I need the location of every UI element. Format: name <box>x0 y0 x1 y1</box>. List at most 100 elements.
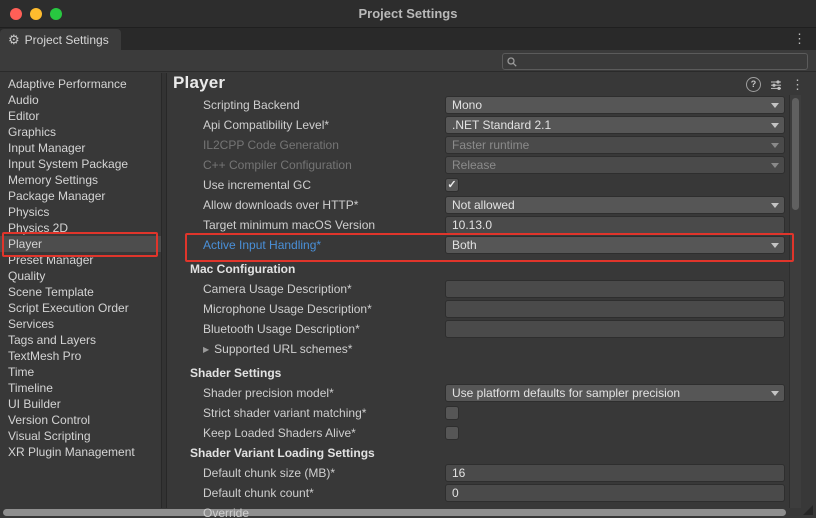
setting-row-il2cpp-code-generation: IL2CPP Code Generation Faster runtime <box>167 135 800 155</box>
field-default-chunk-size-mb[interactable]: 16 <box>445 464 785 482</box>
sidebar-item-ui-builder[interactable]: UI Builder <box>0 396 161 412</box>
sidebar-item-scene-template[interactable]: Scene Template <box>0 284 161 300</box>
sidebar-item-services[interactable]: Services <box>0 316 161 332</box>
checkbox-use-incremental-gc[interactable]: ✓ <box>445 178 459 192</box>
setting-row-override: Override <box>167 503 800 518</box>
sidebar-list: Adaptive PerformanceAudioEditorGraphicsI… <box>0 76 161 460</box>
setting-row-microphone-usage-description: Microphone Usage Description* <box>167 299 800 319</box>
setting-row-keep-loaded-shaders-alive: Keep Loaded Shaders Alive* <box>167 423 800 443</box>
setting-row-use-incremental-gc: Use incremental GC ✓ <box>167 175 800 195</box>
vertical-scrollbar[interactable] <box>789 95 801 508</box>
sidebar-item-version-control[interactable]: Version Control <box>0 412 161 428</box>
main-menu-icon[interactable]: ⋮ <box>791 78 804 91</box>
help-icon[interactable]: ? <box>746 77 761 92</box>
tab-project-settings[interactable]: ⚙ Project Settings <box>0 29 121 50</box>
sidebar-item-editor[interactable]: Editor <box>0 108 161 124</box>
setting-label: Target minimum macOS Version <box>167 218 445 232</box>
dropdown-api-compatibility-level[interactable]: .NET Standard 2.1 <box>445 116 785 134</box>
field-microphone-usage-description[interactable] <box>445 300 785 318</box>
sidebar-item-textmesh-pro[interactable]: TextMesh Pro <box>0 348 161 364</box>
setting-control: Release <box>445 156 785 174</box>
sidebar-item-quality[interactable]: Quality <box>0 268 161 284</box>
tab-bar: ⚙ Project Settings ⋮ <box>0 28 816 50</box>
tab-menu-icon[interactable]: ⋮ <box>793 28 806 50</box>
dropdown-value: Use platform defaults for sampler precis… <box>452 386 680 400</box>
gear-icon: ⚙ <box>8 33 20 46</box>
setting-label: ▶Supported URL schemes* <box>167 342 445 356</box>
setting-control: .NET Standard 2.1 <box>445 116 785 134</box>
sidebar-item-graphics[interactable]: Graphics <box>0 124 161 140</box>
setting-label: Strict shader variant matching* <box>167 406 445 420</box>
setting-row-default-chunk-count: Default chunk count* 0 <box>167 483 800 503</box>
sidebar-item-player[interactable]: Player <box>0 236 161 252</box>
project-settings-window: Project Settings ⚙ Project Settings ⋮ Ad… <box>0 0 816 518</box>
vertical-scrollbar-thumb[interactable] <box>792 98 799 210</box>
dropdown-value: .NET Standard 2.1 <box>452 118 551 132</box>
dropdown-shader-precision-model[interactable]: Use platform defaults for sampler precis… <box>445 384 785 402</box>
sidebar-item-tags-and-layers[interactable]: Tags and Layers <box>0 332 161 348</box>
search-input[interactable] <box>521 55 803 68</box>
sidebar-item-preset-manager[interactable]: Preset Manager <box>0 252 161 268</box>
checkbox-strict-shader-variant-matching[interactable] <box>445 406 459 420</box>
dropdown-il2cpp-code-generation[interactable]: Faster runtime <box>445 136 785 154</box>
chevron-down-icon <box>771 143 779 148</box>
setting-control: Use platform defaults for sampler precis… <box>445 384 785 402</box>
dropdown-value: Release <box>452 158 496 172</box>
setting-row-strict-shader-variant-matching: Strict shader variant matching* <box>167 403 800 423</box>
search-box[interactable] <box>502 53 808 70</box>
setting-control: Both <box>445 236 785 254</box>
setting-label: Default chunk size (MB)* <box>167 466 445 480</box>
chevron-down-icon <box>771 123 779 128</box>
setting-label: Api Compatibility Level* <box>167 118 445 132</box>
header-icons: ? ⋮ <box>746 77 804 92</box>
setting-label: Shader precision model* <box>167 386 445 400</box>
setting-row-default-chunk-size-mb: Default chunk size (MB)* 16 <box>167 463 800 483</box>
setting-control: 0 <box>445 484 785 502</box>
dropdown-value: Both <box>452 238 477 252</box>
setting-control <box>445 300 785 318</box>
resize-grip[interactable] <box>803 505 813 515</box>
dropdown-allow-downloads-over-http[interactable]: Not allowed <box>445 196 785 214</box>
sidebar-item-input-system-package[interactable]: Input System Package <box>0 156 161 172</box>
field-camera-usage-description[interactable] <box>445 280 785 298</box>
window-title: Project Settings <box>0 0 816 27</box>
field-default-chunk-count[interactable]: 0 <box>445 484 785 502</box>
dropdown-active-input-handling[interactable]: Both <box>445 236 785 254</box>
sidebar-item-script-execution-order[interactable]: Script Execution Order <box>0 300 161 316</box>
setting-row-supported-url-schemes: ▶Supported URL schemes* <box>167 339 800 359</box>
chevron-down-icon <box>771 163 779 168</box>
sidebar-item-physics-2d[interactable]: Physics 2D <box>0 220 161 236</box>
sidebar-item-timeline[interactable]: Timeline <box>0 380 161 396</box>
tab-label: Project Settings <box>25 33 109 47</box>
field-target-minimum-macos-version[interactable]: 10.13.0 <box>445 216 785 234</box>
setting-control: Mono <box>445 96 785 114</box>
sidebar-item-xr-plugin-management[interactable]: XR Plugin Management <box>0 444 161 460</box>
checkbox-keep-loaded-shaders-alive[interactable] <box>445 426 459 440</box>
setting-row-shader-precision-model: Shader precision model* Use platform def… <box>167 383 800 403</box>
setting-row-c-compiler-configuration: C++ Compiler Configuration Release <box>167 155 800 175</box>
sidebar-item-visual-scripting[interactable]: Visual Scripting <box>0 428 161 444</box>
sidebar-item-adaptive-performance[interactable]: Adaptive Performance <box>0 76 161 92</box>
setting-control <box>445 320 785 338</box>
sidebar-item-input-manager[interactable]: Input Manager <box>0 140 161 156</box>
field-bluetooth-usage-description[interactable] <box>445 320 785 338</box>
chevron-down-icon <box>771 243 779 248</box>
dropdown-value: Not allowed <box>452 198 515 212</box>
sidebar-item-memory-settings[interactable]: Memory Settings <box>0 172 161 188</box>
presets-icon[interactable] <box>770 79 782 91</box>
dropdown-c-compiler-configuration[interactable]: Release <box>445 156 785 174</box>
setting-label: Microphone Usage Description* <box>167 302 445 316</box>
setting-label: C++ Compiler Configuration <box>167 158 445 172</box>
titlebar: Project Settings <box>0 0 816 28</box>
foldout-arrow-icon[interactable]: ▶ <box>203 345 209 354</box>
sidebar-item-physics[interactable]: Physics <box>0 204 161 220</box>
setting-row-allow-downloads-over-http: Allow downloads over HTTP* Not allowed <box>167 195 800 215</box>
setting-label: Override <box>167 506 445 518</box>
sidebar-item-time[interactable]: Time <box>0 364 161 380</box>
sidebar-item-package-manager[interactable]: Package Manager <box>0 188 161 204</box>
sidebar-item-audio[interactable]: Audio <box>0 92 161 108</box>
setting-control: 10.13.0 <box>445 216 785 234</box>
dropdown-scripting-backend[interactable]: Mono <box>445 96 785 114</box>
dropdown-value: Faster runtime <box>452 138 529 152</box>
setting-control: Not allowed <box>445 196 785 214</box>
